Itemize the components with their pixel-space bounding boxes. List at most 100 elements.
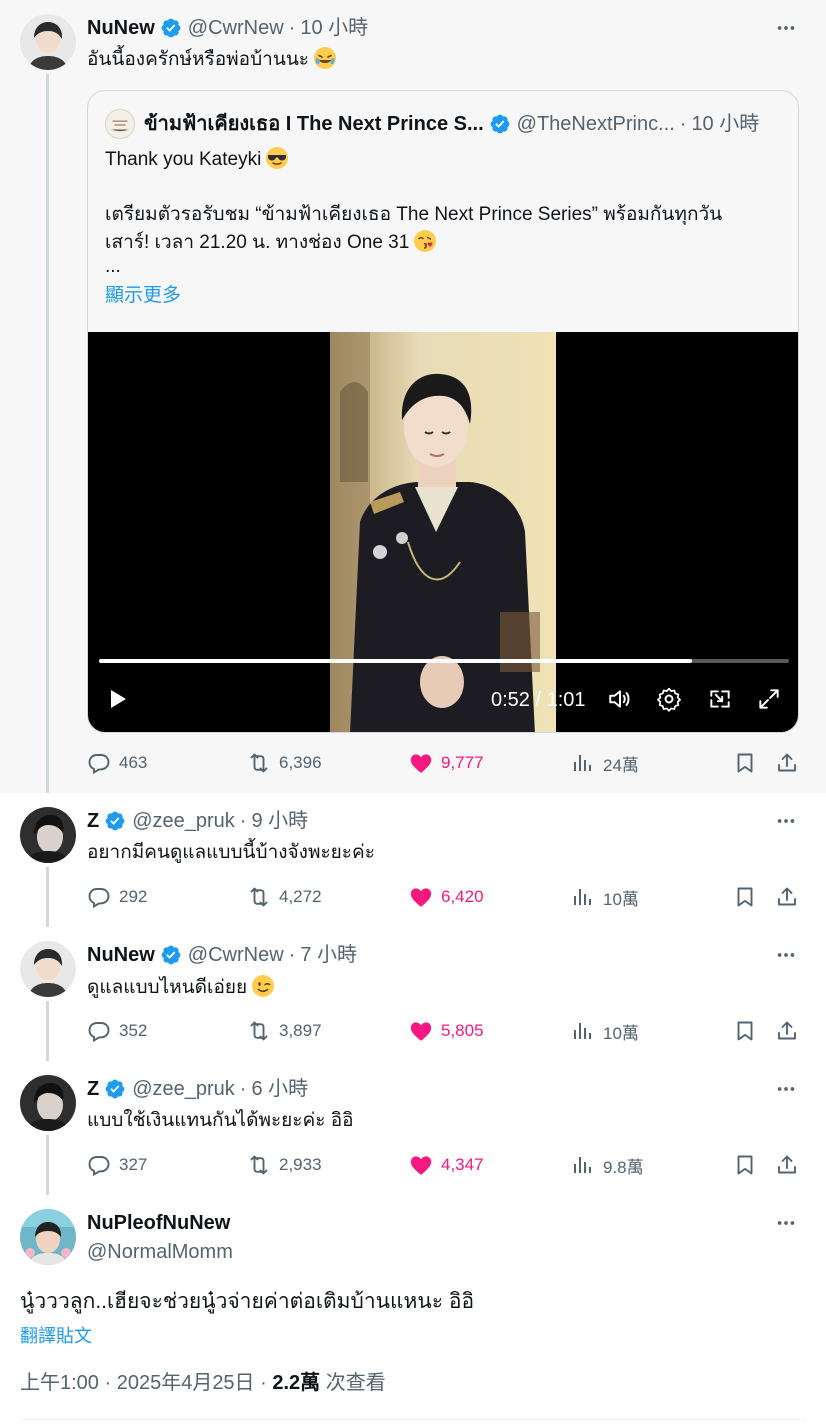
share-button[interactable] (775, 1016, 807, 1046)
author-name[interactable]: Z (87, 1077, 99, 1101)
repost-button[interactable]: 3,897 (247, 1016, 322, 1046)
post-meta: 上午1:00 · 2025年4月25日 · 2.2萬 次查看 (20, 1370, 386, 1396)
share-button[interactable] (775, 882, 807, 912)
more-icon[interactable] (774, 943, 798, 967)
post-text: ดูแลแบบไหนดีเอ่ยย (87, 974, 275, 1001)
avatar[interactable] (20, 807, 76, 863)
reply-button[interactable]: 352 (87, 1016, 147, 1046)
video-frame[interactable] (330, 332, 556, 732)
quote-author-handle[interactable]: @TheNextPrinc... (517, 110, 675, 138)
repost-icon (247, 1019, 271, 1043)
like-button[interactable]: 6,420 (409, 882, 484, 912)
bookmark-button[interactable] (733, 882, 765, 912)
share-button[interactable] (775, 748, 807, 778)
views-button[interactable]: 10萬 (571, 1016, 639, 1046)
reply-button[interactable]: 292 (87, 882, 147, 912)
video-time: 0:52 / 1:01 (491, 689, 586, 711)
play-icon[interactable] (103, 684, 133, 714)
post-timestamp[interactable]: 上午1:00 · 2025年4月25日 · (20, 1372, 272, 1394)
more-icon[interactable] (774, 1211, 798, 1235)
repost-button[interactable]: 2,933 (247, 1150, 322, 1180)
avatar[interactable] (20, 1075, 76, 1131)
more-icon[interactable] (774, 809, 798, 833)
views-icon (571, 1153, 595, 1177)
avatar[interactable] (20, 941, 76, 997)
reply-post[interactable]: Z @zee_pruk · 9 小時 อยากมีคนดูแลแบบนี้บ้า… (0, 793, 826, 927)
divider (20, 1419, 806, 1420)
views-button[interactable]: 9.8萬 (571, 1150, 644, 1180)
bookmark-button[interactable] (733, 1150, 765, 1180)
quote-line-3: เสาร์! เวลา 21.20 น. ทางช่อง One 31 (105, 229, 437, 256)
quote-avatar[interactable] (105, 109, 135, 139)
views-count: 9.8萬 (603, 1157, 644, 1177)
reply-button[interactable]: 327 (87, 1150, 147, 1180)
post-time[interactable]: 9 小時 (251, 809, 308, 833)
bookmark-button[interactable] (733, 748, 765, 778)
author-handle[interactable]: @CwrNew (188, 16, 284, 40)
fullscreen-icon[interactable] (754, 684, 784, 714)
like-icon (409, 1019, 433, 1043)
quote-author-name[interactable]: ข้ามฟ้าเคียงเธอ I The Next Prince S... (144, 110, 484, 138)
reply-post[interactable]: NuNew @CwrNew · 7 小時 ดูแลแบบไหนดีเอ่ยย 3… (0, 927, 826, 1061)
author-name[interactable]: NuNew (87, 943, 155, 967)
share-icon (775, 885, 799, 909)
more-icon[interactable] (774, 16, 798, 40)
views-button[interactable]: 24萬 (571, 748, 639, 778)
post-text-content: อันนี้องครักษ์หรือพ่อบ้านนะ (87, 49, 310, 70)
translate-link[interactable]: 翻譯貼文 (20, 1322, 92, 1348)
reply-count: 352 (119, 1021, 148, 1040)
reply-post[interactable]: Z @zee_pruk · 6 小時 แบบใช้เงินแทนกันได้พะ… (0, 1061, 826, 1195)
thread-line (46, 1135, 49, 1195)
like-button[interactable]: 5,805 (409, 1016, 484, 1046)
repost-icon (247, 1153, 271, 1177)
quote-time[interactable]: 10 小時 (691, 110, 759, 138)
pip-icon[interactable] (705, 684, 735, 714)
more-icon[interactable] (774, 1077, 798, 1101)
video-player[interactable]: 0:52 / 1:01 (88, 332, 798, 732)
author-handle[interactable]: @NormalMomm (87, 1240, 233, 1264)
volume-icon[interactable] (605, 684, 635, 714)
separator-dot: · (288, 944, 296, 966)
author-handle[interactable]: @zee_pruk (132, 809, 235, 833)
like-icon (409, 751, 433, 775)
video-progress-bar[interactable] (99, 659, 789, 663)
avatar[interactable] (20, 1209, 76, 1265)
like-button[interactable]: 4,347 (409, 1150, 484, 1180)
repost-button[interactable]: 4,272 (247, 882, 322, 912)
post-time[interactable]: 10 小時 (300, 16, 368, 40)
avatar[interactable] (20, 14, 76, 70)
like-button[interactable]: 9,777 (409, 748, 484, 778)
author-name[interactable]: NuNew (87, 16, 155, 40)
author-handle[interactable]: @CwrNew (188, 943, 284, 967)
author-name[interactable]: Z (87, 809, 99, 833)
verified-icon (104, 810, 126, 832)
post-text: อยากมีคนดูแลแบบนี้บ้างจังพะยะค่ะ (87, 842, 375, 863)
focused-post-text: นู๋วววลูก..เฮียจะช่วยนู๋วจ่ายค่าต่อเติมบ… (20, 1290, 475, 1313)
share-button[interactable] (775, 1150, 807, 1180)
repost-button[interactable]: 6,396 (247, 748, 322, 778)
post-time[interactable]: 7 小時 (300, 943, 357, 967)
action-bar: 352 3,897 5,805 10萬 (87, 1016, 799, 1046)
thread-line (46, 1001, 49, 1061)
views-label: 次查看 (320, 1372, 386, 1394)
views-button[interactable]: 10萬 (571, 882, 639, 912)
post-header: Z @zee_pruk · 6 小時 (87, 1077, 308, 1101)
post-header: NuNew @CwrNew · 10 小時 (87, 16, 368, 40)
bookmark-button[interactable] (733, 1016, 765, 1046)
reply-count: 463 (119, 753, 148, 772)
like-count: 5,805 (441, 1021, 484, 1040)
post-header: NuNew @CwrNew · 7 小時 (87, 943, 357, 967)
post-time[interactable]: 6 小時 (251, 1077, 308, 1101)
post-header: NuPleofNuNew (87, 1211, 230, 1235)
author-handle[interactable]: @zee_pruk (132, 1077, 235, 1101)
repost-count: 4,272 (279, 887, 322, 906)
settings-icon[interactable] (654, 684, 684, 714)
author-name[interactable]: NuPleofNuNew (87, 1211, 230, 1235)
main-post[interactable]: NuNew @CwrNew · 10 小時 อันนี้องครักษ์หรือ… (0, 0, 826, 793)
action-bar: 292 4,272 6,420 10萬 (87, 882, 799, 912)
quoted-post[interactable]: ข้ามฟ้าเคียงเธอ I The Next Prince S... @… (87, 90, 799, 733)
reply-button[interactable]: 463 (87, 748, 147, 778)
verified-icon (489, 113, 511, 135)
reply-icon (87, 1153, 111, 1177)
show-more-link[interactable]: 顯示更多 (105, 282, 181, 309)
